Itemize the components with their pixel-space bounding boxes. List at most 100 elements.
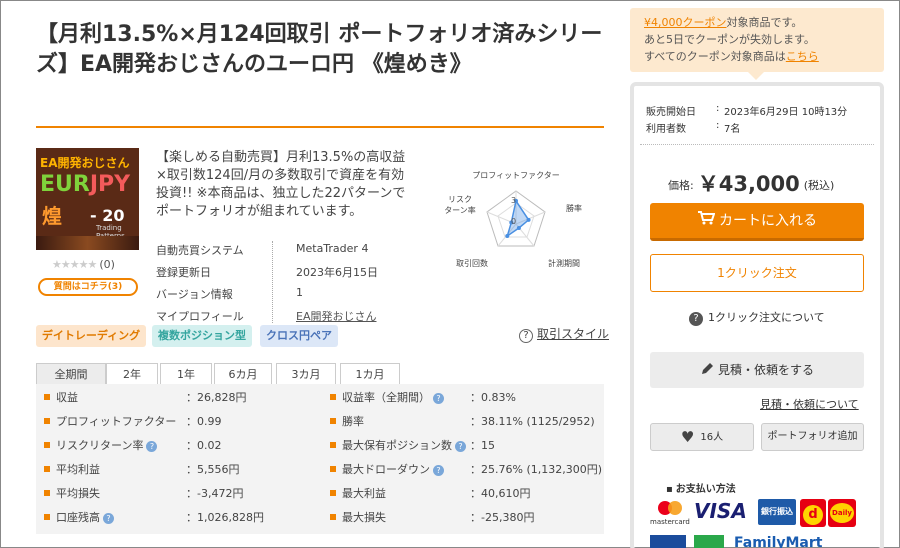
stat-label-text: プロフィットファクター bbox=[56, 415, 177, 428]
bullet-square bbox=[330, 514, 336, 520]
d-payment-mark: d bbox=[803, 505, 823, 525]
visa-logo: VISA bbox=[694, 499, 747, 523]
price-block: 価格: ￥43,000 (税込) bbox=[668, 168, 834, 198]
tab-1-month[interactable]: 1カ月 bbox=[340, 363, 400, 384]
one-click-order-button[interactable]: 1クリック注文 bbox=[650, 254, 864, 292]
spec-row: 登録更新日 2023年6月15日 bbox=[156, 261, 418, 283]
bank-transfer-logo: 銀行振込 bbox=[758, 499, 796, 525]
stat-label: 収益率（全期間）? bbox=[330, 386, 444, 410]
question-button[interactable]: 質問はコチラ(3) bbox=[38, 278, 138, 296]
spec-value: 2023年6月15日 bbox=[296, 266, 378, 279]
stat-value-text: 25.76% (1,132,300円) bbox=[481, 463, 603, 476]
one-click-help-link[interactable]: ? 1クリック注文について bbox=[689, 309, 825, 326]
trading-style-label: 取引スタイル bbox=[537, 327, 610, 341]
tab-3-months[interactable]: 3カ月 bbox=[276, 363, 336, 384]
bullet-square bbox=[330, 466, 336, 472]
spec-row: マイプロフィール EA開発おじさん bbox=[156, 305, 418, 327]
bullet-square bbox=[44, 490, 50, 496]
coupon-all-link[interactable]: こちら bbox=[786, 50, 819, 63]
help-icon[interactable]: ? bbox=[455, 441, 466, 452]
mastercard-circle-yellow bbox=[668, 501, 682, 515]
tab-all-period[interactable]: 全期間 bbox=[36, 363, 106, 384]
add-to-cart-button[interactable]: カートに入れる bbox=[650, 203, 864, 241]
like-button[interactable]: ♥ 16人 bbox=[650, 423, 754, 451]
stat-value-text: 15 bbox=[481, 439, 495, 452]
bullet-square bbox=[44, 418, 50, 424]
sale-start-value: 2023年6月29日 10時13分 bbox=[716, 103, 847, 118]
stat-label: リスクリターン率? bbox=[44, 434, 158, 458]
payment-methods-title: ▪ お支払い方法 bbox=[666, 480, 736, 495]
price-label: 価格: bbox=[668, 179, 694, 192]
title-divider bbox=[36, 126, 604, 128]
quote-info-link[interactable]: 見積・依頼について bbox=[760, 396, 859, 412]
add-to-cart-label: カートに入れる bbox=[719, 213, 817, 229]
spec-row: 自動売買システム MetaTrader 4 bbox=[156, 239, 418, 261]
users-value: 7名 bbox=[716, 120, 741, 135]
stat-value-text: -3,472円 bbox=[197, 487, 244, 500]
users-row: 利用者数 7名 bbox=[646, 120, 876, 137]
quote-request-button[interactable]: 見積・依頼をする bbox=[650, 352, 864, 388]
spec-value: MetaTrader 4 bbox=[296, 242, 369, 255]
stat-value-text: -25,380円 bbox=[481, 511, 535, 524]
stat-label-text: 収益率（全期間） bbox=[342, 391, 430, 404]
stat-value: ：26,828円 bbox=[186, 391, 247, 404]
stat-label: 平均利益 bbox=[44, 458, 100, 482]
like-count: 16人 bbox=[700, 432, 724, 443]
profile-link[interactable]: EA開発おじさん bbox=[296, 308, 376, 324]
thumb-brand: EA開発おじさん bbox=[40, 156, 130, 170]
tab-6-months[interactable]: 6カ月 bbox=[214, 363, 272, 384]
bullet-square bbox=[44, 514, 50, 520]
radar-label-risk-return-line2: ターン率 bbox=[444, 205, 476, 215]
help-icon[interactable]: ? bbox=[433, 465, 444, 476]
coupon-line-1: ¥4,000クーポン対象商品です。 bbox=[644, 14, 870, 31]
stat-label-text: 口座残高 bbox=[56, 511, 100, 524]
stat-value-text: 0.02 bbox=[197, 439, 222, 452]
mastercard-text: mastercard bbox=[650, 518, 690, 526]
stat-value: ：-25,380円 bbox=[470, 511, 535, 524]
thumb-pair: EURJPY bbox=[40, 172, 130, 197]
rating-count: (0) bbox=[99, 258, 115, 271]
sale-start-row: 販売開始日 2023年6月29日 10時13分 bbox=[646, 103, 876, 120]
radar-label-risk-return-line1: リスク bbox=[448, 195, 472, 204]
rating: ★★★★★ (0) bbox=[52, 258, 115, 271]
bullet-square bbox=[330, 442, 336, 448]
stat-label: 最大損失 bbox=[330, 506, 386, 530]
daily-logo: Daily bbox=[828, 499, 856, 527]
heart-icon: ♥ bbox=[680, 428, 695, 446]
stat-value-text: 0.83% bbox=[481, 391, 516, 404]
panel-divider bbox=[640, 144, 874, 145]
radar-label-risk-return: リスクターン率 bbox=[444, 195, 476, 215]
help-icon[interactable]: ? bbox=[146, 441, 158, 452]
product-description: 【楽しめる自動売買】月利13.5%の高収益×取引数124回/月の多数取引で資産を… bbox=[156, 150, 406, 219]
help-icon[interactable]: ? bbox=[433, 393, 444, 404]
spec-value: 1 bbox=[296, 286, 303, 299]
wallet-icon: ▪ bbox=[666, 484, 673, 495]
quote-request-label: 見積・依頼をする bbox=[717, 363, 814, 377]
stat-label-text: 最大保有ポジション数 bbox=[342, 439, 452, 452]
tab-2-years[interactable]: 2年 bbox=[106, 363, 158, 384]
stat-value-text: 38.11% (1125/2952) bbox=[481, 415, 595, 428]
thumb-chart-strip bbox=[36, 236, 139, 250]
radar-label-trades: 取引回数 bbox=[456, 258, 488, 268]
spec-list: 自動売買システム MetaTrader 4 登録更新日 2023年6月15日 バ… bbox=[156, 239, 418, 327]
radar-label-profit-factor: プロフィットファクター bbox=[472, 171, 560, 180]
coupon-link[interactable]: ¥4,000クーポン bbox=[644, 16, 727, 29]
add-portfolio-button[interactable]: ポートフォリオ追加 bbox=[761, 423, 864, 451]
cart-icon bbox=[697, 203, 716, 239]
product-thumbnail[interactable]: EA開発おじさん EURJPY 煌 - 20 TradingPatterns bbox=[36, 148, 139, 250]
tab-1-year[interactable]: 1年 bbox=[160, 363, 212, 384]
trading-style-link[interactable]: ? 取引スタイル bbox=[519, 325, 609, 343]
performance-radar-chart: 3 0 プロフィットファクター 勝率 計測期間 取引回数 リスクターン率 bbox=[444, 171, 582, 268]
stat-label-text: 最大損失 bbox=[342, 511, 386, 524]
tag-multi-position[interactable]: 複数ポジション型 bbox=[152, 325, 252, 347]
spec-key: マイプロフィール bbox=[156, 310, 244, 323]
help-icon[interactable]: ? bbox=[103, 513, 114, 524]
tag-day-trading[interactable]: デイトレーディング bbox=[36, 325, 146, 347]
question-circle-icon: ? bbox=[689, 312, 703, 326]
tag-cross-yen[interactable]: クロス円ペア bbox=[260, 325, 338, 347]
coupon-notice: ¥4,000クーポン対象商品です。 あと5日でクーポンが失効します。 すべてのク… bbox=[630, 8, 884, 72]
stat-label: 最大ドローダウン? bbox=[330, 458, 444, 482]
stat-value-text: 1,026,828円 bbox=[197, 511, 264, 524]
thumb-kanji: 煌 bbox=[42, 204, 62, 228]
lawson-logo bbox=[694, 535, 724, 548]
